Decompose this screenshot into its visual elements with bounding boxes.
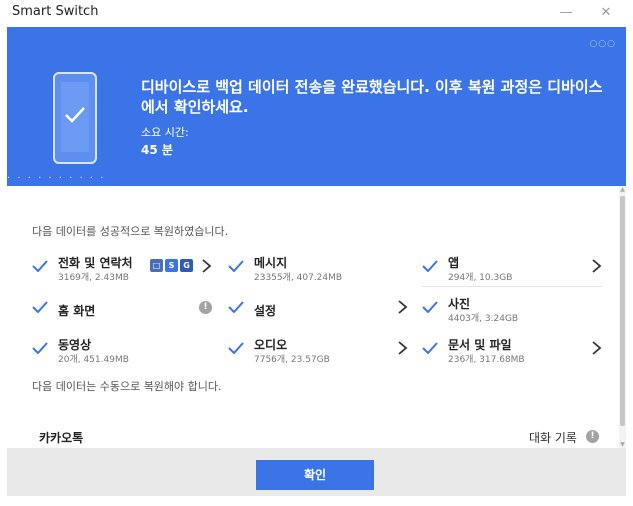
completion-message: 디바이스로 백업 데이터 전송을 완료했습니다. 이후 복원 과정은 디바이스에… [141, 78, 603, 116]
footer-bar: 확인 [7, 448, 626, 496]
item-meta: 236개, 317.68MB [448, 355, 525, 365]
samsung-account-icon: □ [150, 259, 163, 272]
account-icons: □ S G [150, 253, 195, 272]
results-panel: 다음 데이터를 성공적으로 복원하였습니다. 전화 및 연락처 □ S G 3169… [7, 186, 620, 448]
phone-check-icon [53, 72, 97, 164]
item-meta: 3169개, 2.43MB [58, 273, 129, 283]
window-title: Smart Switch [12, 4, 99, 19]
item-name: 문서 및 파일 [448, 338, 512, 352]
manual-app-name: 카카오톡 [39, 431, 84, 445]
item-meta: 294개, 10.3GB [448, 273, 513, 283]
item-meta: 23355개, 407.24MB [254, 273, 343, 283]
item-videos: 동영상 20개, 451.49MB [32, 334, 212, 365]
check-icon [32, 342, 48, 354]
info-icon[interactable]: ! [586, 430, 599, 443]
scroll-down-icon[interactable]: ▼ [619, 441, 626, 448]
chevron-right-icon[interactable] [396, 300, 408, 314]
check-icon [228, 260, 244, 272]
decorative-dots: ○○○ [589, 39, 616, 49]
check-icon [32, 260, 48, 272]
item-name: 전화 및 연락처 [58, 256, 133, 270]
item-name: 오디오 [254, 338, 288, 352]
ok-button[interactable]: 확인 [256, 460, 374, 490]
item-meta: 20개, 451.49MB [58, 355, 129, 365]
check-icon [422, 260, 438, 272]
chevron-right-icon[interactable] [200, 259, 212, 273]
item-settings[interactable]: 설정 [228, 293, 408, 323]
item-home-screen: 홈 화면 ! [32, 293, 212, 323]
divider [422, 286, 602, 287]
check-icon [228, 301, 244, 313]
item-name: 앱 [448, 256, 460, 270]
item-meta: 7756개, 23.57GB [254, 355, 330, 365]
item-audio[interactable]: 오디오 7756개, 23.57GB [228, 334, 408, 365]
item-name: 홈 화면 [58, 304, 96, 318]
check-icon [422, 342, 438, 354]
close-button[interactable]: ✕ [593, 2, 619, 24]
item-apps[interactable]: 앱 294개, 10.3GB [422, 252, 602, 287]
minimize-button[interactable]: — [553, 2, 579, 24]
item-name: 설정 [254, 304, 277, 318]
g-account-icon: G [180, 259, 193, 272]
scroll-up-icon[interactable]: ▲ [619, 186, 626, 193]
completion-banner: ○○○ . . . . . . . . . . 디바이스로 백업 데이터 전송을… [7, 27, 626, 186]
item-name: 사진 [448, 297, 471, 311]
title-bar: Smart Switch — ✕ [0, 0, 633, 27]
elapsed-time-value: 45 분 [141, 143, 173, 157]
info-icon[interactable]: ! [199, 301, 212, 314]
s-account-icon: S [165, 259, 178, 272]
chevron-right-icon[interactable] [590, 259, 602, 273]
decorative-dots-bottom: . . . . . . . . . . [7, 170, 106, 181]
manual-heading: 다음 데이터는 수동으로 복원해야 합니다. [32, 380, 222, 393]
check-icon [422, 301, 438, 313]
scrollbar[interactable]: ▲ ▼ [619, 186, 626, 448]
item-contacts[interactable]: 전화 및 연락처 □ S G 3169개, 2.43MB [32, 252, 212, 283]
item-photos: 사진 4403개, 3.24GB [422, 293, 602, 324]
elapsed-time-label: 소요 시간: [141, 126, 189, 139]
scrollbar-thumb[interactable] [620, 196, 625, 426]
check-icon [228, 342, 244, 354]
restored-heading: 다음 데이터를 성공적으로 복원하였습니다. [32, 225, 229, 238]
item-name: 동영상 [58, 338, 92, 352]
chevron-right-icon[interactable] [590, 341, 602, 355]
item-messages: 메시지 23355개, 407.24MB [228, 252, 408, 283]
manual-data-name: 대화 기록 [529, 431, 577, 445]
item-name: 메시지 [254, 256, 288, 270]
item-meta: 4403개, 3.24GB [448, 314, 519, 324]
chevron-right-icon[interactable] [396, 341, 408, 355]
check-icon [32, 301, 48, 313]
item-documents[interactable]: 문서 및 파일 236개, 317.68MB [422, 334, 602, 365]
